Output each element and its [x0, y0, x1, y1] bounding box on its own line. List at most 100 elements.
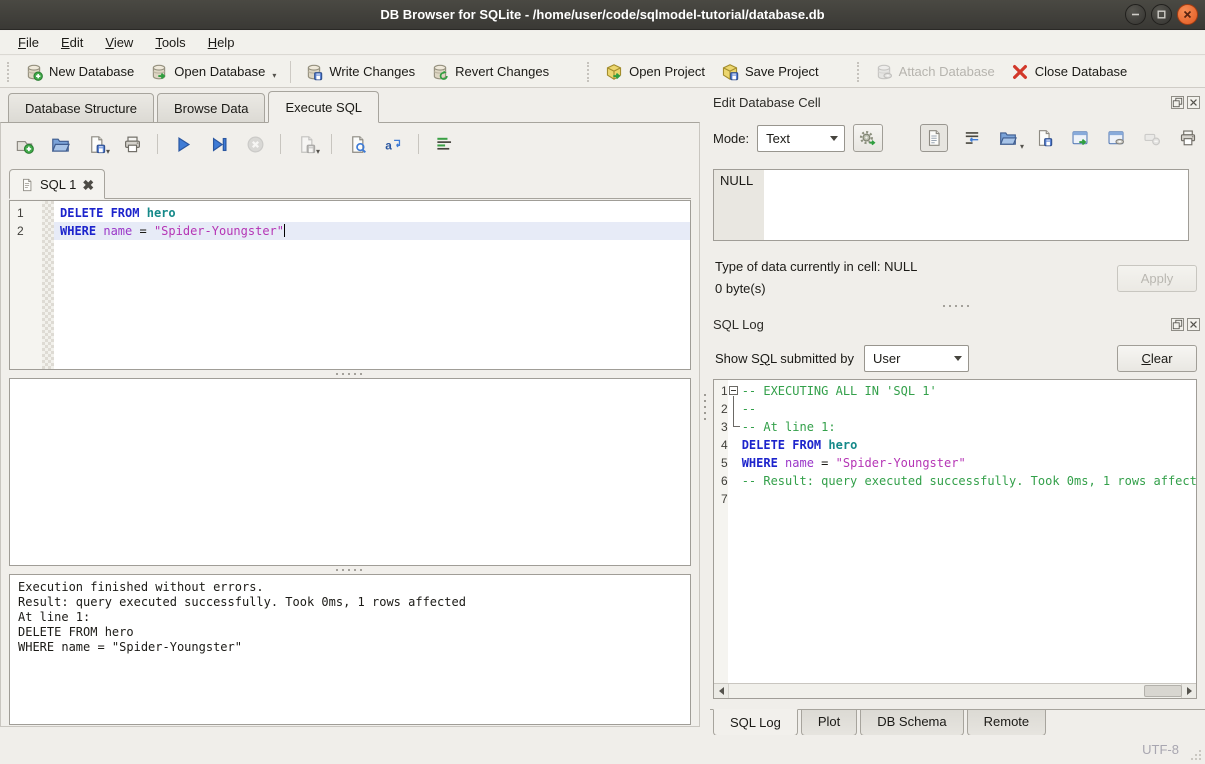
editor-toolbar-separator	[418, 134, 419, 154]
tab-execute-sql[interactable]: Execute SQL	[268, 91, 379, 123]
exec-line-icon	[210, 135, 229, 154]
chevron-down-icon	[824, 136, 844, 141]
open-project-button[interactable]: Open Project	[597, 60, 713, 84]
results-message-splitter[interactable]	[9, 566, 691, 573]
sql-log-close-button[interactable]	[1187, 318, 1200, 331]
dock-close-icon	[1188, 319, 1199, 330]
sql-tab[interactable]: SQL 1 ✖	[9, 169, 105, 199]
print-sql-button[interactable]	[121, 133, 143, 155]
bottom-tab-db-schema[interactable]: DB Schema	[860, 709, 963, 736]
toolbar-grip[interactable]	[587, 62, 593, 82]
panel-splitter[interactable]	[700, 89, 710, 735]
edit-cell-float-button[interactable]	[1171, 96, 1184, 109]
import-from-file-button[interactable]: ▾	[996, 126, 1020, 150]
attach-database-button[interactable]: Attach Database	[867, 60, 1003, 84]
stop-icon	[246, 135, 265, 154]
dropdown-arrow-icon[interactable]: ▾	[106, 147, 110, 157]
results-pane[interactable]	[9, 378, 691, 566]
edit-as-link-button[interactable]	[1104, 126, 1128, 150]
sql-editor-toolbar: ▾ ▾ a	[13, 131, 455, 157]
maximize-button[interactable]	[1151, 4, 1172, 25]
line-number: 1	[721, 382, 728, 400]
export-to-file-button[interactable]	[1032, 126, 1056, 150]
tab-database-structure[interactable]: Database Structure	[8, 93, 154, 123]
open-database-button[interactable]: Open Database▾	[142, 60, 284, 84]
text-mode-button[interactable]	[920, 124, 948, 152]
dropdown-arrow-icon[interactable]: ▾	[272, 71, 276, 81]
set-as-null-button[interactable]	[1140, 126, 1164, 150]
apply-button[interactable]: Apply	[1117, 265, 1197, 292]
format-sql-button[interactable]	[433, 133, 455, 155]
mode-select[interactable]: Text	[757, 125, 845, 152]
cell-editor-toolbar: ▾	[920, 124, 1200, 152]
bottom-tab-remote[interactable]: Remote	[967, 709, 1047, 736]
scrollbar-thumb[interactable]	[1144, 685, 1182, 697]
word-wrap-cell-button[interactable]	[960, 126, 984, 150]
fold-marker-icon[interactable]	[728, 382, 742, 400]
db-attach-icon	[875, 63, 893, 81]
sql-log-float-button[interactable]	[1171, 318, 1184, 331]
write-changes-button[interactable]: Write Changes	[297, 60, 423, 84]
message-line: Execution finished without errors.	[18, 580, 682, 595]
main-area: Database StructureBrowse DataExecute SQL…	[0, 89, 1205, 735]
revert-changes-button[interactable]: Revert Changes	[423, 60, 557, 84]
titlebar[interactable]: DB Browser for SQLite - /home/user/code/…	[0, 0, 1205, 30]
editor-line-numbers: 12	[10, 201, 42, 369]
edit-cell-close-button[interactable]	[1187, 96, 1200, 109]
menu-help[interactable]: Help	[198, 32, 245, 53]
editor-results-splitter[interactable]	[9, 370, 691, 377]
dock-close-icon	[1188, 97, 1199, 108]
sql-tab-bar: SQL 1 ✖	[9, 167, 691, 199]
find-in-sql-button[interactable]	[346, 133, 368, 155]
scrollbar-track[interactable]	[729, 684, 1181, 698]
cell-log-splitter[interactable]	[713, 302, 1200, 309]
word-wrap-cell-icon	[963, 129, 981, 147]
clear-log-button[interactable]: Clear	[1117, 345, 1197, 372]
sql-log-box[interactable]: 1234567 -- EXECUTING ALL IN 'SQL 1'---- …	[713, 379, 1197, 699]
save-sql-file-button[interactable]: ▾	[85, 133, 107, 155]
save-project-button[interactable]: Save Project	[713, 60, 827, 84]
menu-view[interactable]: View	[95, 32, 143, 53]
stop-execution-button[interactable]	[244, 133, 266, 155]
menu-edit[interactable]: Edit	[51, 32, 93, 53]
menu-file[interactable]: File	[8, 32, 49, 53]
apply-cell-changes-button[interactable]	[853, 124, 883, 152]
db-new-icon	[25, 63, 43, 81]
toolbar-grip[interactable]	[7, 62, 13, 82]
open-in-external-app-button[interactable]	[1068, 126, 1092, 150]
log-filter-value: User	[865, 351, 948, 366]
editor-line: DELETE FROM hero	[54, 204, 690, 222]
editor-toolbar-separator	[280, 134, 281, 154]
minimize-button[interactable]	[1125, 4, 1146, 25]
save-results-view-button[interactable]: ▾	[295, 133, 317, 155]
bottom-tab-sql-log[interactable]: SQL Log	[713, 709, 798, 736]
log-filter-select[interactable]: User	[864, 345, 969, 372]
sql-tab-close-icon[interactable]: ✖	[82, 179, 94, 191]
sql-editor[interactable]: 12 DELETE FROM heroWHERE name = "Spider-…	[9, 200, 691, 370]
print-cell-button[interactable]	[1176, 126, 1200, 150]
save-results-icon	[297, 135, 316, 154]
open-sql-file-button[interactable]	[49, 133, 71, 155]
svg-text:a: a	[385, 138, 392, 152]
new-sql-tab-button[interactable]	[13, 133, 35, 155]
execute-current-line-button[interactable]	[208, 133, 230, 155]
resize-grip-icon[interactable]	[1189, 748, 1202, 761]
dropdown-arrow-icon[interactable]: ▾	[1020, 142, 1024, 152]
close-database-button[interactable]: Close Database	[1003, 60, 1136, 84]
log-horizontal-scrollbar[interactable]	[714, 683, 1196, 698]
cell-editor-area[interactable]: NULL	[713, 169, 1189, 241]
auto-completion-button[interactable]: a	[382, 133, 404, 155]
execution-message-pane[interactable]: Execution finished without errors.Result…	[9, 574, 691, 725]
close-button[interactable]	[1177, 4, 1198, 25]
menu-tools[interactable]: Tools	[145, 32, 195, 53]
execute-all-button[interactable]	[172, 133, 194, 155]
scroll-right-arrow-icon[interactable]	[1181, 684, 1196, 698]
toolbar-grip[interactable]	[857, 62, 863, 82]
sql-tab-label: SQL 1	[40, 177, 76, 192]
bottom-tab-plot[interactable]: Plot	[801, 709, 857, 736]
dropdown-arrow-icon[interactable]: ▾	[316, 147, 320, 157]
tab-browse-data[interactable]: Browse Data	[157, 93, 265, 123]
new-database-button[interactable]: New Database	[17, 60, 142, 84]
import-from-file-icon	[999, 129, 1017, 147]
scroll-left-arrow-icon[interactable]	[714, 684, 729, 698]
